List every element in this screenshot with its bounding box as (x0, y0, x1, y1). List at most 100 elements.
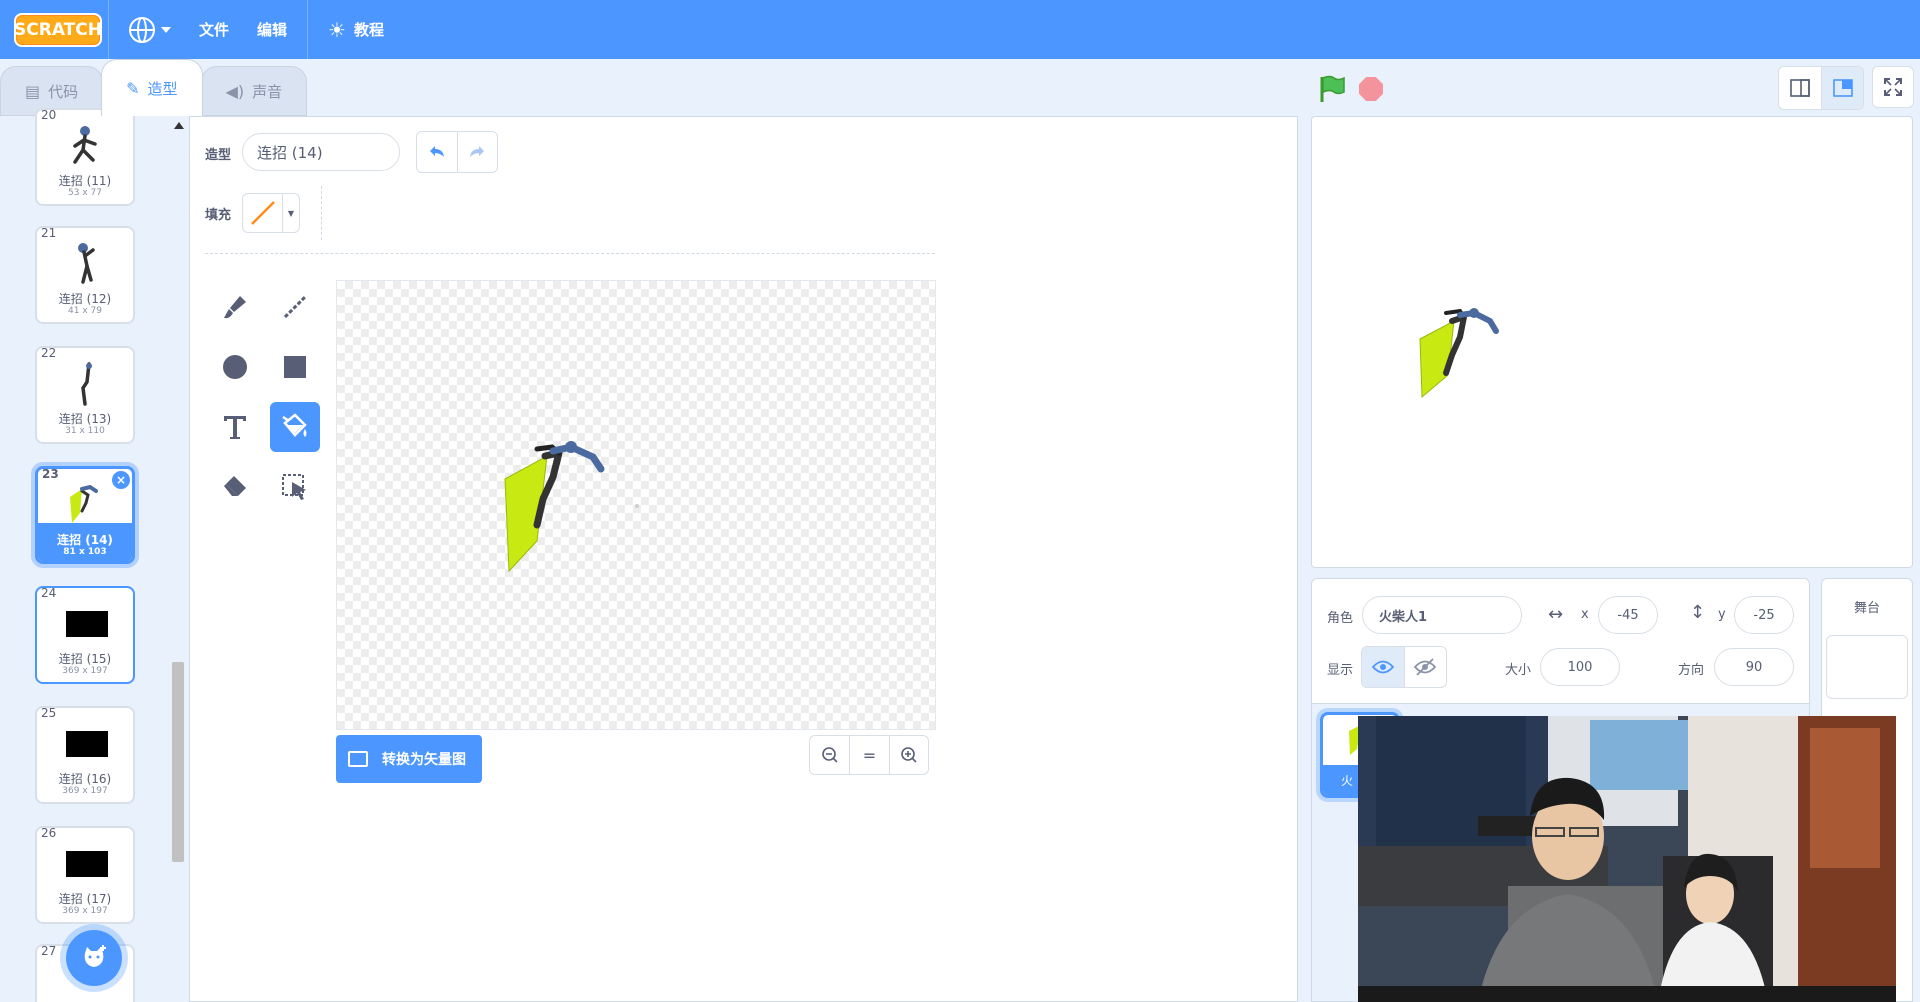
zoom-in-icon (901, 747, 917, 763)
scroll-up-arrow[interactable] (174, 122, 184, 129)
hide-sprite-button[interactable] (1403, 647, 1446, 687)
delete-costume-icon[interactable]: × (112, 471, 130, 489)
scratch-logo[interactable]: SCRATCH (14, 12, 102, 47)
x-position-input[interactable]: -45 (1598, 596, 1658, 634)
costume-size: 369 x 197 (62, 666, 108, 676)
text-tool[interactable] (210, 402, 260, 452)
costume-tile[interactable]: 25 连招 (16) 369 x 197 (35, 706, 135, 804)
size-input[interactable]: 100 (1540, 648, 1620, 686)
paint-canvas[interactable] (336, 280, 936, 730)
fullscreen-button[interactable] (1872, 66, 1914, 108)
fill-swatch (243, 194, 283, 232)
redo-button[interactable] (456, 132, 497, 172)
direction-label: 方向 (1678, 663, 1705, 678)
webcam-video-frame (1358, 716, 1896, 1002)
costume-name: 连招 (13) (58, 412, 112, 426)
stage-size-controls (1778, 66, 1914, 110)
caret-down-icon: ▼ (287, 208, 295, 218)
text-icon (224, 416, 246, 439)
size-label: 大小 (1505, 663, 1532, 678)
line-icon (283, 295, 307, 319)
convert-to-vector-button[interactable]: 转换为矢量图 (336, 735, 482, 783)
scrollbar-thumb[interactable] (172, 662, 184, 862)
speaker-icon: ◀) (225, 81, 245, 101)
costume-name-input[interactable]: 连招 (14) (242, 133, 400, 171)
costume-number: 22 (41, 346, 57, 360)
y-label: y (1718, 607, 1726, 622)
costume-drawing (504, 441, 639, 573)
black-thumbnail (66, 731, 108, 757)
y-position-input[interactable]: -25 (1734, 596, 1794, 634)
stage-layout-toggle (1778, 66, 1864, 110)
visibility-toggle (1361, 646, 1447, 688)
costume-number: 26 (41, 826, 57, 840)
caret-down-icon (161, 26, 171, 33)
costume-size: 31 x 110 (65, 426, 105, 436)
costume-tile-selected[interactable]: 23 × 连招 (14) 81 x 103 (35, 466, 135, 564)
lightbulb-icon: ☀ (328, 17, 346, 42)
select-tool[interactable] (270, 462, 320, 512)
zoom-reset-button[interactable]: = (849, 736, 888, 774)
costume-number: 25 (41, 706, 57, 720)
image-icon (348, 751, 368, 767)
x-label: x (1581, 607, 1589, 622)
stage[interactable] (1311, 116, 1913, 568)
menu-divider (108, 0, 109, 59)
large-stage-button[interactable] (1821, 67, 1863, 109)
costume-thumbnail (62, 124, 112, 168)
costume-tile[interactable]: 24 连招 (15) 369 x 197 (35, 586, 135, 684)
costume-size: 369 x 197 (62, 906, 108, 916)
green-flag-button[interactable] (1316, 74, 1346, 104)
tab-sounds[interactable]: ◀) 声音 (200, 66, 308, 116)
no-fill-swatch-icon (250, 201, 275, 225)
menu-divider (307, 0, 309, 59)
costume-list-scrollbar[interactable] (170, 116, 186, 1002)
language-menu[interactable] (115, 0, 185, 59)
code-icon: ▤ (25, 81, 41, 101)
undo-icon (429, 146, 444, 157)
zoom-in-button[interactable] (888, 736, 928, 774)
y-arrows-icon: ↕ (1690, 602, 1706, 623)
costume-tile[interactable]: 26 连招 (17) 369 x 197 (35, 826, 135, 924)
toolbar-divider (205, 253, 935, 254)
stop-button[interactable] (1359, 77, 1383, 101)
file-menu[interactable]: 文件 (185, 0, 243, 59)
fill-color-picker[interactable]: ▼ (242, 193, 300, 233)
eye-slash-icon (1414, 658, 1437, 676)
costume-number: 23 (42, 467, 59, 481)
zoom-controls: = (809, 735, 929, 775)
costume-tile[interactable]: 22 连招 (13) 31 x 110 (35, 346, 135, 444)
paint-bucket-icon (282, 413, 307, 437)
sprite-name-input[interactable]: 火柴人1 (1362, 596, 1522, 634)
costume-name: 连招 (11) (58, 174, 112, 188)
costume-name-label: 造型 (205, 148, 232, 163)
costume-size: 41 x 79 (68, 306, 102, 316)
webcam-video-overlay (1358, 716, 1896, 1002)
costume-tile[interactable]: 20 连招 (11) 53 x 77 (35, 108, 135, 206)
fill-tool[interactable] (270, 402, 320, 452)
circle-tool[interactable] (210, 342, 260, 392)
zoom-out-button[interactable] (810, 736, 849, 774)
direction-input[interactable]: 90 (1714, 648, 1794, 686)
x-arrows-icon: ↔ (1548, 604, 1564, 625)
edit-menu[interactable]: 编辑 (243, 0, 301, 59)
eraser-tool[interactable] (210, 462, 260, 512)
brush-tool[interactable] (210, 282, 260, 332)
stage-thumbnail[interactable] (1826, 635, 1908, 699)
costume-number: 21 (41, 226, 57, 240)
add-costume-button[interactable] (66, 930, 122, 986)
show-sprite-button[interactable] (1362, 647, 1404, 687)
rectangle-tool[interactable] (270, 342, 320, 392)
select-icon (282, 474, 306, 500)
small-stage-button[interactable] (1779, 67, 1821, 109)
tab-costumes[interactable]: ✎ 造型 (101, 59, 203, 116)
brush-icon (224, 296, 246, 319)
costume-number: 20 (41, 108, 57, 122)
convert-to-vector-label: 转换为矢量图 (382, 752, 466, 768)
small-stage-icon (1790, 79, 1810, 97)
costume-tile[interactable]: 21 连招 (12) 41 x 79 (35, 226, 135, 324)
line-tool[interactable] (270, 282, 320, 332)
tutorials-menu[interactable]: ☀ 教程 (314, 0, 398, 59)
undo-button[interactable] (417, 132, 457, 172)
costume-size: 369 x 197 (62, 786, 108, 796)
